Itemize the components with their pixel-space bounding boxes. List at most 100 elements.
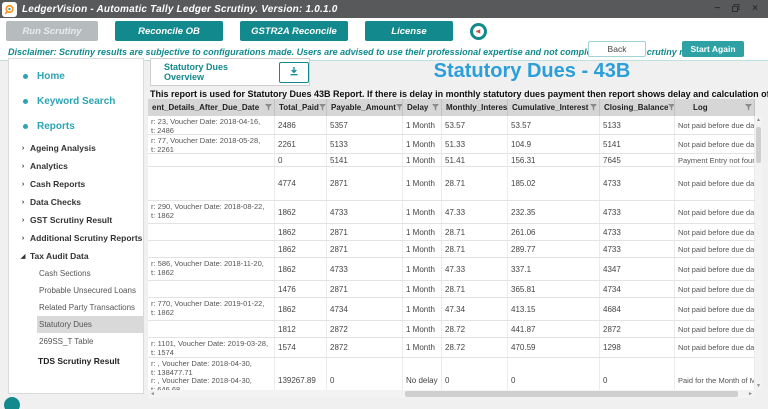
sidebar-item-home[interactable]: Home (9, 64, 143, 89)
cell-payment-details (148, 321, 275, 337)
table-row[interactable]: r: 770, Voucher Date: 2019-01-22, t: 1862… (148, 298, 755, 321)
main-content: Statutory Dues Overview Statutory Dues -… (146, 57, 768, 409)
bullet-icon (23, 74, 28, 79)
table-row[interactable]: 4774 2871 1 Month 28.71 185.02 4733 Not paid b… (148, 167, 755, 201)
table-row[interactable]: 0 5141 1 Month 51.41 156.31 7645 Payment Entry… (148, 154, 755, 167)
cell-log: Not paid before due date (675, 135, 755, 153)
column-header-delay[interactable]: Delay (403, 99, 442, 116)
cell-delay: 1 Month (403, 258, 442, 280)
cell-monthly: 51.33 (442, 135, 508, 153)
sidebar-item-gst-scrutiny-result[interactable]: › GST Scrutiny Result (9, 211, 143, 229)
cell-payable: 4733 (327, 258, 403, 280)
scroll-left-icon[interactable]: ◄ (148, 390, 157, 398)
cell-delay: No delay (403, 358, 442, 390)
sidebar-item-cash-sections[interactable]: Cash Sections (37, 265, 143, 282)
table-row[interactable]: 1862 2871 1 Month 28.71 289.77 4733 Not paid b… (148, 241, 755, 258)
bullet-icon (23, 124, 28, 129)
scroll-down-icon[interactable]: ▼ (755, 382, 762, 390)
cell-monthly: 47.33 (442, 201, 508, 223)
scroll-up-icon[interactable]: ▲ (755, 116, 762, 124)
cell-monthly: 28.71 (442, 224, 508, 240)
scroll-right-icon[interactable]: ► (746, 390, 755, 398)
sidebar-item-ageing-analysis[interactable]: › Ageing Analysis (9, 139, 143, 157)
sidebar-item-data-checks[interactable]: › Data Checks (9, 193, 143, 211)
app-window: LedgerVision - Automatic Tally Ledger Sc… (0, 0, 768, 409)
table-row[interactable]: r: 77, Voucher Date: 2018-05-28, t: 2261 2… (148, 135, 755, 154)
back-button[interactable]: Back (588, 41, 646, 57)
table-row[interactable]: r: 1101, Voucher Date: 2019-03-28, t: 157… (148, 338, 755, 358)
sidebar-item-label: Analytics (30, 161, 68, 171)
sidebar-item-tds-scrutiny-result[interactable]: TDS Scrutiny Result (9, 350, 143, 371)
table-row[interactable]: r: 23, Voucher Date: 2018-04-16, t: 2486 2… (148, 116, 755, 135)
table-row[interactable]: 1862 2871 1 Month 28.71 261.06 4733 Not paid b… (148, 224, 755, 241)
sidebar-item-reports[interactable]: Reports (9, 114, 143, 139)
vertical-scroll-thumb[interactable] (756, 127, 761, 163)
column-header-cumulative-interest[interactable]: Cumulative_Interest (508, 99, 600, 116)
table-row[interactable]: r: 586, Voucher Date: 2018-11-20, t: 1862… (148, 258, 755, 281)
window-title: LedgerVision - Automatic Tally Ledger Sc… (22, 3, 338, 15)
run-scrutiny-button[interactable]: Run Scrutiny (6, 21, 98, 41)
column-header-log[interactable]: Log (675, 99, 755, 116)
horizontal-scroll-thumb[interactable] (405, 391, 738, 397)
license-button[interactable]: License (365, 21, 453, 41)
filter-icon[interactable] (318, 104, 326, 111)
column-header-total-paid[interactable]: Total_Paid (275, 99, 327, 116)
cell-monthly: 0 (442, 358, 508, 390)
cell-total-paid: 1862 (275, 258, 327, 280)
close-button[interactable]: × (752, 4, 758, 14)
export-button[interactable] (279, 61, 309, 83)
start-again-button[interactable]: Start Again (682, 41, 744, 57)
table-row[interactable]: 1812 2872 1 Month 28.72 441.87 2872 Not paid b… (148, 321, 755, 338)
vertical-scrollbar[interactable]: ▲ ▼ (755, 116, 762, 390)
cell-closing: 4733 (600, 241, 675, 257)
gstr2a-reconcile-button[interactable]: GSTR2A Reconcile (240, 21, 348, 41)
column-header-monthly-interest[interactable]: Monthly_Interest (442, 99, 508, 116)
sidebar-item-269ss-t-table[interactable]: 269SS_T Table (37, 333, 143, 350)
column-header-payable-amount[interactable]: Payable_Amount (327, 99, 403, 116)
toolbar: Run Scrutiny Reconcile OB GSTR2A Reconci… (0, 18, 768, 44)
sidebar-item-label: Data Checks (30, 197, 82, 207)
cell-log: Not paid before due date (675, 281, 755, 297)
sidebar-item-label: Ageing Analysis (30, 143, 96, 153)
column-label: Payable_Amount (331, 103, 396, 112)
sidebar-item-keyword-search[interactable]: Keyword Search (9, 89, 143, 114)
sidebar-item-label: Probable Unsecured Loans (39, 286, 136, 295)
cell-delay: 1 Month (403, 135, 442, 153)
minimize-button[interactable]: − (714, 4, 720, 14)
cell-closing: 4733 (600, 224, 675, 240)
sidebar-item-tax-audit-data[interactable]: ◢ Tax Audit Data (9, 247, 143, 265)
sidebar-item-cash-reports[interactable]: › Cash Reports (9, 175, 143, 193)
cell-delay: 1 Month (403, 241, 442, 257)
restore-button[interactable] (732, 3, 740, 15)
notification-bubble[interactable] (4, 397, 20, 409)
filter-icon[interactable] (745, 104, 752, 111)
filter-icon[interactable] (590, 104, 597, 111)
cell-closing: 2872 (600, 321, 675, 337)
sidebar-item-analytics[interactable]: › Analytics (9, 157, 143, 175)
horizontal-scrollbar[interactable]: ◄ ► (148, 390, 755, 398)
sidebar-item-related-party-transactions[interactable]: Related Party Transactions (37, 299, 143, 316)
table-row[interactable]: 1476 2871 1 Month 28.71 365.81 4734 Not paid b… (148, 281, 755, 298)
cell-payable: 0 (327, 358, 403, 390)
sidebar-item-additional-scrutiny-reports[interactable]: › Additional Scrutiny Reports (9, 229, 143, 247)
cell-log: Paid for the Month of Mar-20 (675, 358, 755, 390)
sidebar-item-statutory-dues[interactable]: Statutory Dues (37, 316, 143, 333)
cell-delay: 1 Month (403, 298, 442, 320)
column-header-closing-balance[interactable]: Closing_Balance (600, 99, 675, 116)
megaphone-icon[interactable] (470, 22, 487, 40)
cell-cumulative: 0 (508, 358, 600, 390)
cell-monthly: 53.57 (442, 116, 508, 134)
table-row[interactable]: r: , Voucher Date: 2018-04-30, t: 138477.… (148, 358, 755, 390)
filter-icon[interactable] (432, 104, 439, 111)
sidebar-item-probable-unsecured-loans[interactable]: Probable Unsecured Loans (37, 282, 143, 299)
table-row[interactable]: r: 290, Voucher Date: 2018-08-22, t: 1862… (148, 201, 755, 224)
cell-payment-details: r: , Voucher Date: 2018-04-30, t: 138477.… (148, 358, 275, 390)
filter-icon[interactable] (395, 104, 403, 111)
cell-log: Not paid before due date (675, 167, 755, 200)
filter-icon[interactable] (265, 104, 272, 111)
chevron-right-icon: › (21, 198, 25, 206)
cell-delay: 1 Month (403, 167, 442, 200)
cell-closing: 5141 (600, 135, 675, 153)
reconcile-ob-button[interactable]: Reconcile OB (115, 21, 223, 41)
column-header-ent-details-after-due-date[interactable]: ent_Details_After_Due_Date (148, 99, 275, 116)
